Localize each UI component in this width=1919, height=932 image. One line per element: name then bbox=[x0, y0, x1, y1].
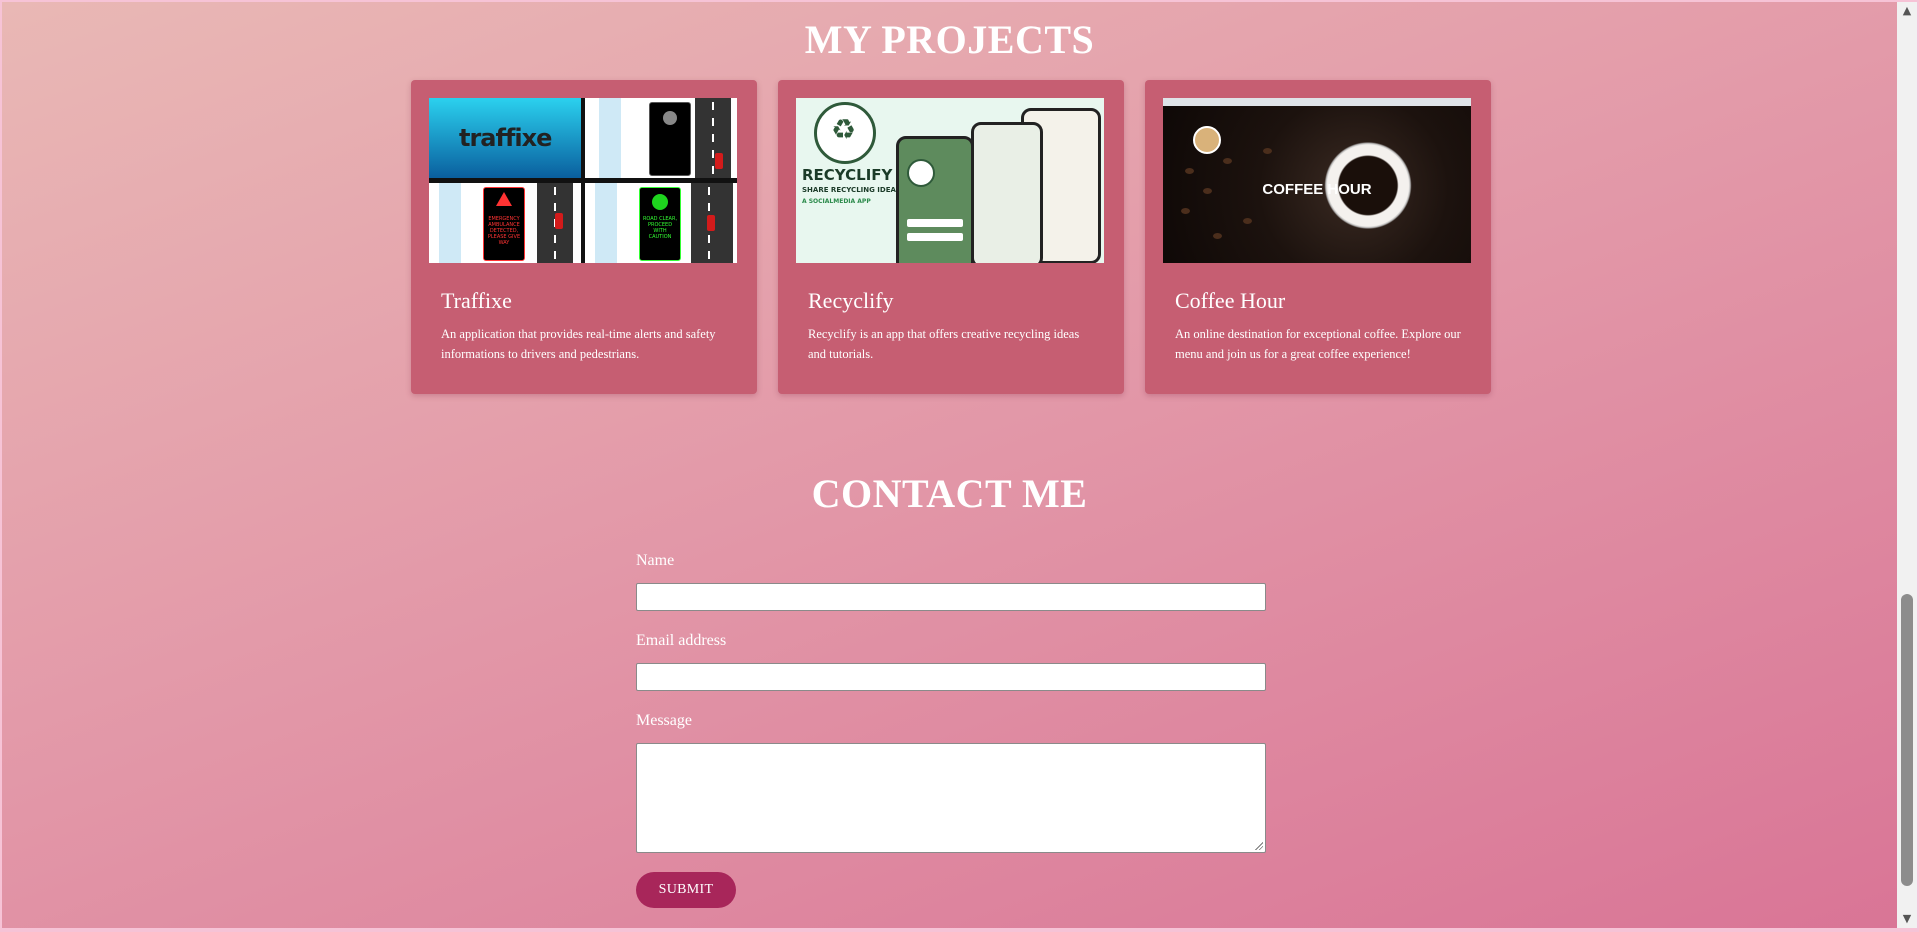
recyclify-thumb-brand: RECYCLIFY bbox=[802, 166, 893, 184]
project-card-traffixe[interactable]: traffixe EMERGENCY AMBULANCE DETECTED, P… bbox=[411, 80, 757, 394]
projects-section-title: MY PROJECTS bbox=[804, 17, 1095, 62]
resize-handle-icon[interactable] bbox=[1255, 842, 1263, 850]
name-input[interactable] bbox=[636, 583, 1266, 611]
recyclify-thumb-tag: SHARE RECYCLING IDEAS bbox=[802, 186, 901, 194]
vertical-scrollbar[interactable]: ▲ ▼ bbox=[1897, 2, 1917, 928]
recyclify-thumb-sub: A SOCIALMEDIA APP bbox=[802, 198, 871, 205]
chevron-up-icon[interactable]: ▲ bbox=[1897, 2, 1917, 20]
recyclify-thumbnail: RECYCLIFY SHARE RECYCLING IDEAS A SOCIAL… bbox=[796, 98, 1104, 263]
traffixe-thumbnail: traffixe EMERGENCY AMBULANCE DETECTED, P… bbox=[429, 98, 737, 263]
project-title: Recyclify bbox=[808, 288, 894, 313]
name-label: Name bbox=[636, 552, 675, 569]
project-description: Recyclify is an app that offers creative… bbox=[808, 327, 1080, 361]
coffee-thumb-overlay: COFFEE HOUR bbox=[1262, 181, 1372, 198]
message-textarea[interactable] bbox=[636, 743, 1266, 853]
scroll-thumb[interactable] bbox=[1901, 594, 1913, 886]
coffee-hour-thumbnail: COFFEE HOUR bbox=[1163, 98, 1471, 263]
email-label: Email address bbox=[636, 632, 727, 649]
coffee-badge-icon bbox=[1193, 126, 1221, 154]
chevron-down-icon[interactable]: ▼ bbox=[1897, 910, 1917, 928]
project-description: An online destination for exceptional co… bbox=[1175, 327, 1461, 361]
page-viewport: MY PROJECTS traffixe EMERGENCY AMBULANCE… bbox=[2, 2, 1897, 928]
message-label: Message bbox=[636, 712, 692, 729]
traffixe-thumb-logo: traffixe bbox=[459, 124, 552, 152]
submit-button[interactable]: SUBMIT bbox=[636, 872, 736, 908]
traffixe-thumb-clear: ROAD CLEAR, PROCEED WITH CAUTION bbox=[642, 216, 678, 240]
project-title: Coffee Hour bbox=[1175, 288, 1286, 313]
project-card-coffee-hour[interactable]: COFFEE HOUR Coffee Hour An online destin… bbox=[1145, 80, 1491, 394]
project-card-recyclify[interactable]: RECYCLIFY SHARE RECYCLING IDEAS A SOCIAL… bbox=[778, 80, 1124, 394]
project-title: Traffixe bbox=[441, 288, 512, 313]
recycle-logo-icon bbox=[814, 102, 876, 164]
project-description: An application that provides real-time a… bbox=[441, 327, 716, 361]
traffixe-thumb-alert: EMERGENCY AMBULANCE DETECTED, PLEASE GIV… bbox=[487, 216, 521, 246]
email-input[interactable] bbox=[636, 663, 1266, 691]
contact-section-title: CONTACT ME bbox=[811, 471, 1088, 516]
